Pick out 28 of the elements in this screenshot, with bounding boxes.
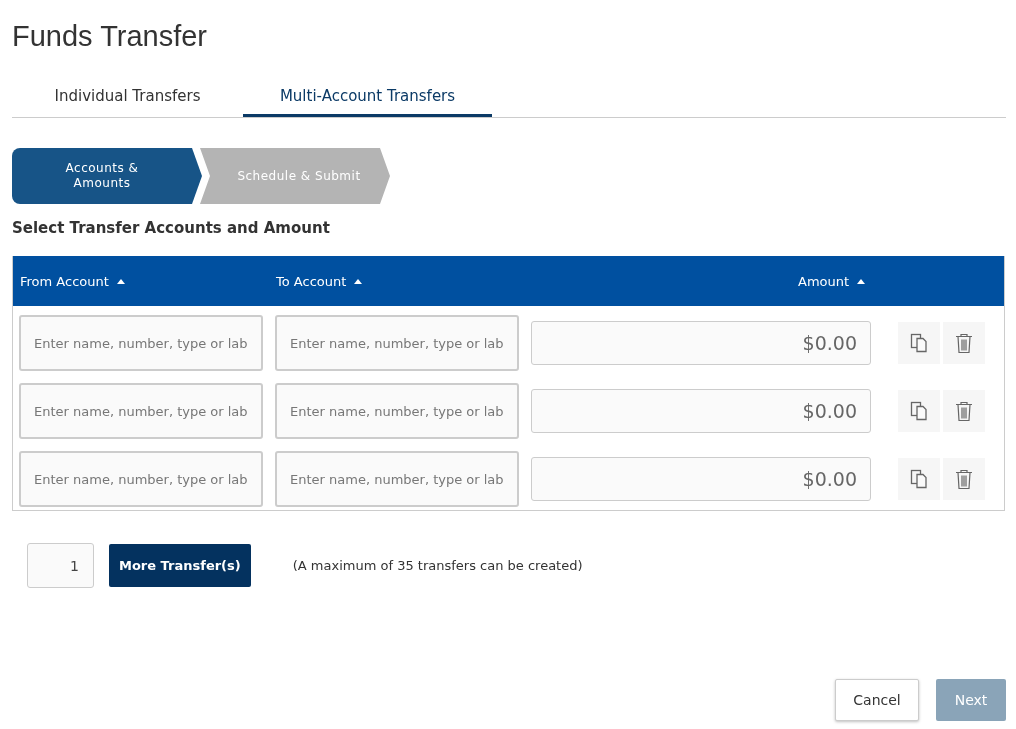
to-account-field[interactable]: Enter name, number, type or lab	[275, 451, 519, 507]
cancel-button[interactable]: Cancel	[835, 679, 919, 721]
to-account-field[interactable]: Enter name, number, type or lab	[275, 315, 519, 371]
tab[interactable]: Multi-Account Transfers	[243, 77, 492, 117]
copy-icon[interactable]	[898, 322, 940, 364]
amount-field[interactable]: $0.00	[531, 457, 871, 501]
count-field[interactable]: 1	[27, 543, 94, 588]
from-account-field[interactable]: Enter name, number, type or lab	[19, 383, 263, 439]
from-account-field[interactable]: Enter name, number, type or lab	[19, 451, 263, 507]
tab[interactable]: Individual Transfers	[12, 77, 243, 117]
trash-icon[interactable]	[943, 458, 985, 500]
limit-note: (A maximum of 35 transfers can be created)	[292, 558, 583, 573]
more-transfers-button[interactable]: More Transfer(s)	[109, 544, 251, 587]
from-account-field[interactable]: Enter name, number, type or lab	[19, 315, 263, 371]
trash-icon[interactable]	[943, 322, 985, 364]
trash-icon[interactable]	[943, 390, 985, 432]
to-account-field[interactable]: Enter name, number, type or lab	[275, 383, 519, 439]
column-header[interactable]: To Account	[276, 273, 616, 289]
copy-icon[interactable]	[898, 390, 940, 432]
wizard-step: Accounts & Amounts	[12, 148, 202, 204]
amount-field[interactable]: $0.00	[531, 389, 871, 433]
section-title: Select Transfer Accounts and Amount	[12, 219, 331, 239]
column-header[interactable]: From Account	[20, 273, 269, 289]
amount-field[interactable]: $0.00	[531, 321, 871, 365]
wizard-step: Schedule & Submit	[200, 148, 390, 204]
column-header[interactable]: Amount	[798, 273, 866, 289]
copy-icon[interactable]	[898, 458, 940, 500]
page-title: Funds Transfer	[12, 19, 209, 54]
